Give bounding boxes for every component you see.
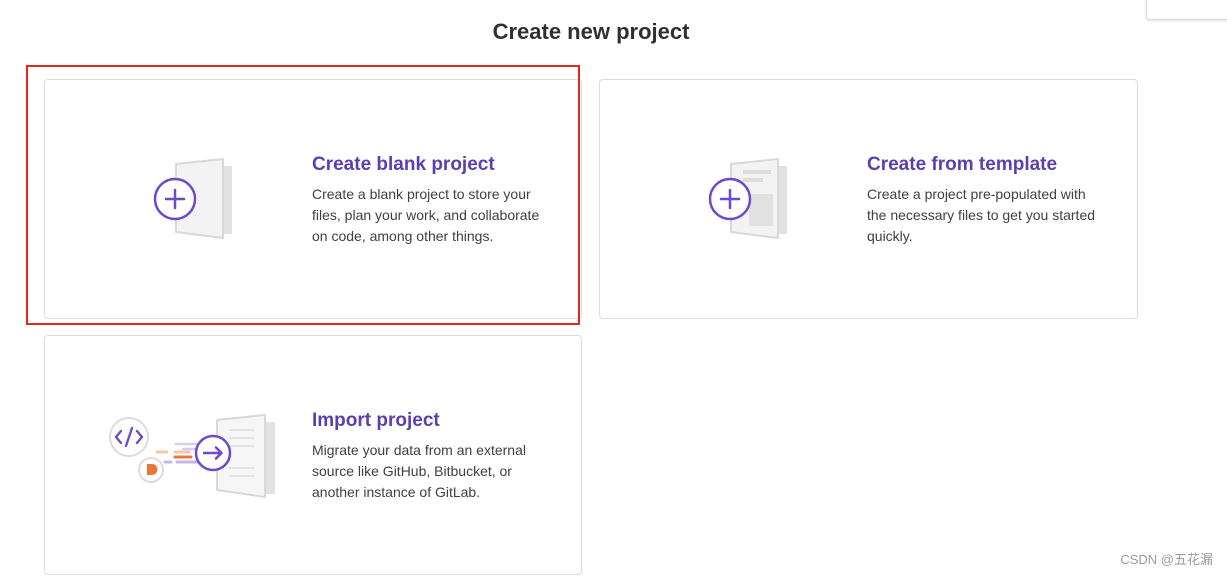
import-arrow-icon	[109, 414, 275, 498]
card-title[interactable]: Create from template	[867, 154, 1107, 176]
page-title: Create new project	[492, 19, 690, 44]
create-blank-project-card[interactable]: Create blank project Create a blank proj…	[44, 79, 582, 319]
create-from-template-card[interactable]: Create from template Create a project pr…	[599, 79, 1138, 319]
card-description: Create a blank project to store your fil…	[312, 186, 540, 244]
top-right-dropdown[interactable]	[1146, 0, 1227, 20]
watermark: CSDN @五花漏	[1120, 552, 1213, 567]
card-description: Create a project pre-populated with the …	[867, 186, 1096, 244]
card-description: Migrate your data from an external sourc…	[312, 442, 526, 500]
card-title[interactable]: Import project	[312, 410, 552, 432]
blank-document-plus-icon	[153, 158, 232, 239]
template-document-plus-icon	[708, 158, 787, 239]
card-title[interactable]: Create blank project	[312, 154, 552, 176]
import-project-card[interactable]: Import project Migrate your data from an…	[44, 335, 582, 575]
